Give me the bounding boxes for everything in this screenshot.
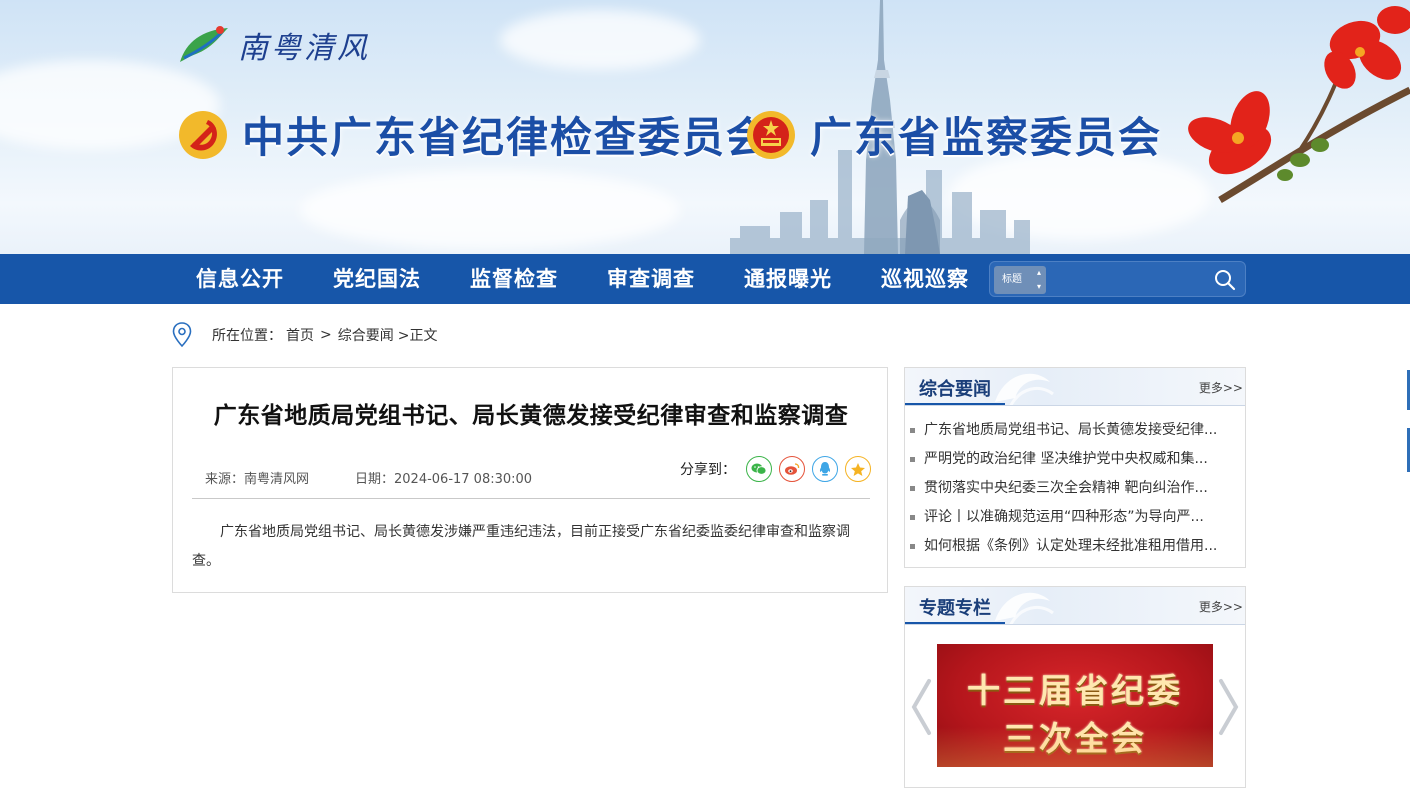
list-item[interactable]: 如何根据《条例》认定处理未经批准租用借用... xyxy=(910,532,1228,561)
chevron-right-icon[interactable] xyxy=(1217,677,1241,737)
news-item-title: 如何根据《条例》认定处理未经批准租用借用... xyxy=(924,538,1218,554)
nav-item-exposure[interactable]: 通报曝光 xyxy=(744,254,832,304)
swirl-decoration-icon xyxy=(995,373,1054,405)
nav-item-info-disclosure[interactable]: 信息公开 xyxy=(196,254,284,304)
national-emblem-icon xyxy=(747,110,795,159)
topic-panel-title: 专题专栏 xyxy=(919,598,991,619)
main-navigation: 信息公开 党纪国法 监督检查 审查调查 通报曝光 巡视巡察 标题 ▴ ▾ xyxy=(0,254,1410,304)
topic-panel: 专题专栏 更多>> 十三届省纪委 三次全会 xyxy=(904,586,1246,788)
topic-panel-header: 专题专栏 更多>> xyxy=(905,587,1245,625)
topic-banner-slide[interactable]: 十三届省纪委 三次全会 xyxy=(937,644,1213,767)
leaf-logo-icon xyxy=(180,26,228,62)
article-divider xyxy=(192,498,870,499)
swirl-decoration-icon xyxy=(995,592,1054,624)
news-list: 广东省地质局党组书记、局长黄德发接受纪律... 严明党的政治纪律 坚决维护党中央… xyxy=(905,406,1245,561)
wechat-icon xyxy=(751,463,767,475)
news-item-title: 广东省地质局党组书记、局长黄德发接受纪律... xyxy=(924,422,1218,438)
nav-item-inspection[interactable]: 巡视巡察 xyxy=(881,254,969,304)
party-emblem-icon xyxy=(179,110,227,159)
news-panel: 综合要闻 更多>> 广东省地质局党组书记、局长黄德发接受纪律... 严明党的政治… xyxy=(904,367,1246,568)
cloud-decoration xyxy=(300,170,680,250)
bullet-icon xyxy=(910,486,915,491)
breadcrumb-section-link[interactable]: 综合要闻 xyxy=(338,325,394,345)
list-item[interactable]: 评论丨以准确规范运用“四种形态”为导向严... xyxy=(910,503,1228,532)
share-weibo-button[interactable] xyxy=(779,456,805,482)
article-body: 广东省地质局党组书记、局长黄德发涉嫌严重违纪违法，目前正接受广东省纪委监委纪律审… xyxy=(192,524,850,569)
breadcrumb-label: 所在位置： xyxy=(212,328,282,344)
topic-more-link[interactable]: 更多>> xyxy=(1199,598,1243,615)
logo-text: 南粤清风 xyxy=(238,31,370,66)
weibo-icon xyxy=(785,463,800,475)
share-wechat-button[interactable] xyxy=(746,456,772,482)
slide-heading-line1: 十三届省纪委 xyxy=(967,671,1183,710)
list-item[interactable]: 广东省地质局党组书记、局长黄德发接受纪律... xyxy=(910,416,1228,445)
select-arrows-icon: ▴ ▾ xyxy=(1036,268,1041,291)
share-qq-button[interactable] xyxy=(812,456,838,482)
nav-item-supervision[interactable]: 监督检查 xyxy=(470,254,558,304)
news-item-title: 评论丨以准确规范运用“四种形态”为导向严... xyxy=(924,509,1204,525)
article-card: 广东省地质局党组书记、局长黄德发接受纪律审查和监察调查 来源：南粤清风网 日期：… xyxy=(172,367,888,593)
chevron-left-icon[interactable] xyxy=(909,677,933,737)
breadcrumb-home-link[interactable]: 首页 xyxy=(286,325,314,345)
org-name-left: 中共广东省纪律检查委员会 xyxy=(242,113,771,162)
panel-title-underline xyxy=(905,403,1005,405)
topic-carousel: 十三届省纪委 三次全会 xyxy=(905,627,1245,787)
kapok-flower-image xyxy=(1188,6,1410,204)
org-title-party: 中共广东省纪律检查委员会 xyxy=(178,104,770,165)
breadcrumb-separator: > xyxy=(320,327,332,343)
news-item-title: 贯彻落实中央纪委三次全会精神 靶向纠治作... xyxy=(924,480,1208,496)
qzone-star-icon xyxy=(851,462,865,476)
panel-title-underline xyxy=(905,622,1005,624)
article-title: 广东省地质局党组书记、局长黄德发接受纪律审查和监察调查 xyxy=(213,403,849,429)
search-box: 标题 ▴ ▾ xyxy=(989,261,1246,297)
share-bar: 分享到： xyxy=(680,456,878,482)
news-more-link[interactable]: 更多>> xyxy=(1199,379,1243,396)
org-name-right: 广东省监察委员会 xyxy=(810,113,1163,162)
bullet-icon xyxy=(910,457,915,462)
share-label: 分享到： xyxy=(680,462,736,478)
share-qzone-button[interactable] xyxy=(845,456,871,482)
site-logo[interactable]: 南粤清风 xyxy=(176,22,370,68)
nav-menu: 信息公开 党纪国法 监督检查 审查调查 通报曝光 巡视巡察 xyxy=(196,254,1018,304)
search-type-label: 标题 xyxy=(1002,274,1022,285)
article-source: 来源：南粤清风网 xyxy=(205,472,310,487)
news-panel-header: 综合要闻 更多>> xyxy=(905,368,1245,406)
breadcrumb: 所在位置： 首页 > 综合要闻 >正文 xyxy=(172,322,441,348)
bullet-icon xyxy=(910,515,915,520)
search-icon[interactable] xyxy=(1213,268,1237,292)
location-pin-icon xyxy=(172,322,192,348)
breadcrumb-current: >正文 xyxy=(397,328,438,344)
article-date: 日期：2024-06-17 08:30:00 xyxy=(355,472,533,487)
cloud-decoration xyxy=(500,10,700,70)
search-type-select[interactable]: 标题 ▴ ▾ xyxy=(994,266,1046,294)
nav-item-party-discipline[interactable]: 党纪国法 xyxy=(333,254,421,304)
list-item[interactable]: 严明党的政治纪律 坚决维护党中央权威和集... xyxy=(910,445,1228,474)
search-input[interactable] xyxy=(1050,265,1210,295)
list-item[interactable]: 贯彻落实中央纪委三次全会精神 靶向纠治作... xyxy=(910,474,1228,503)
org-title-supervision: 广东省监察委员会 xyxy=(746,104,1162,165)
header-banner: 南粤清风 中共广东省纪律检查委员会 广东省监察委员会 xyxy=(0,0,1410,254)
slide-glow-decoration xyxy=(937,727,1213,767)
news-panel-title: 综合要闻 xyxy=(919,379,991,400)
bullet-icon xyxy=(910,544,915,549)
qq-icon xyxy=(819,462,831,476)
nav-item-investigation[interactable]: 审查调查 xyxy=(607,254,695,304)
news-item-title: 严明党的政治纪律 坚决维护党中央权威和集... xyxy=(924,451,1208,467)
bullet-icon xyxy=(910,428,915,433)
